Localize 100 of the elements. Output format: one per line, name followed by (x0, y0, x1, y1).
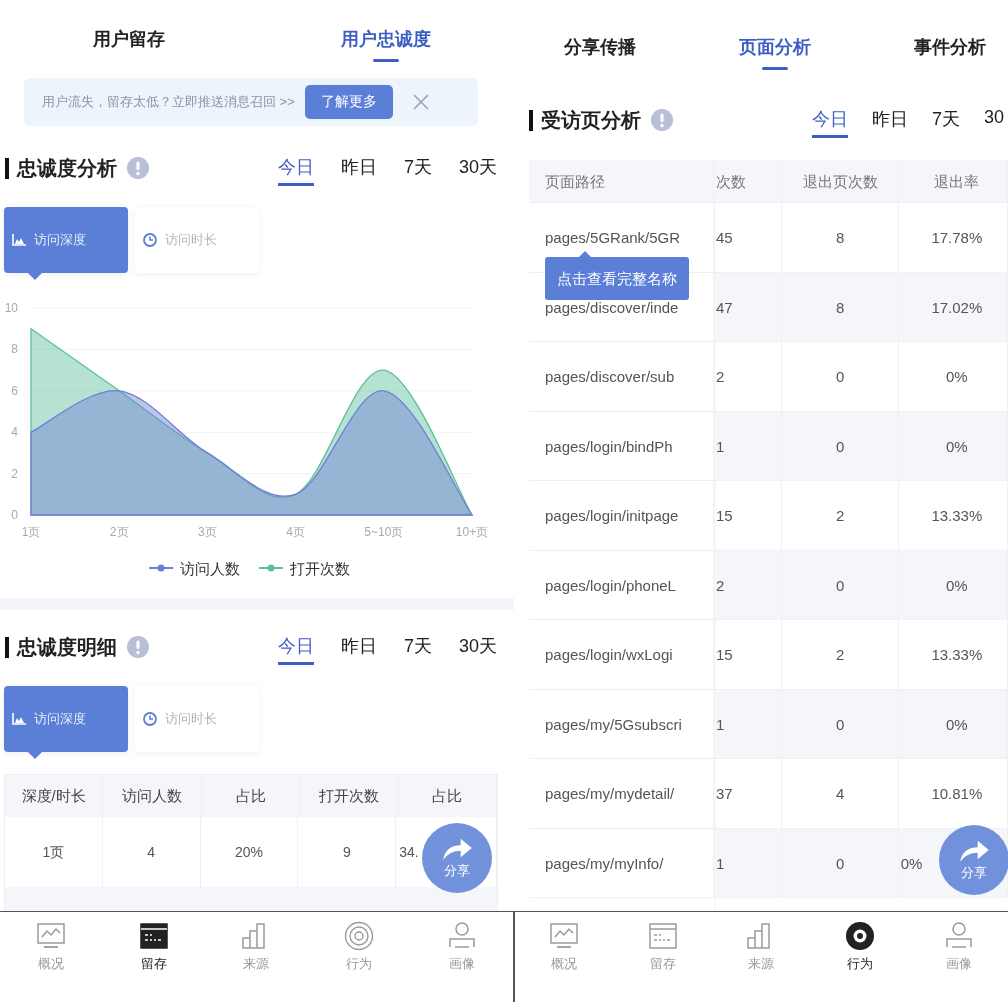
tab[interactable]: 用户留存 (0, 0, 257, 74)
table-cell: 0% (898, 689, 1008, 759)
section-title: 忠诚度分析 (17, 155, 117, 181)
table-cell: 0 (782, 342, 899, 412)
table-cell: 2 (713, 342, 783, 412)
table-cell: 47 (713, 272, 783, 342)
column-header: 深度/时长 (5, 775, 104, 817)
table-cell: 17.78% (898, 203, 1008, 273)
tooltip: 点击查看完整名称 (545, 257, 689, 300)
y-tick-label: 10 (4, 301, 18, 315)
target-icon (344, 921, 375, 951)
period-tab[interactable]: 30天 (458, 155, 497, 181)
clock-icon (143, 233, 157, 247)
period-tab[interactable]: 7天 (931, 107, 960, 133)
table-cell: 0% (898, 342, 1008, 412)
table-cell: 0% (898, 550, 1008, 620)
info-icon[interactable] (651, 109, 673, 131)
legend-icon (258, 564, 284, 572)
table-cell: 0 (782, 411, 899, 481)
table-cell: 45 (713, 203, 783, 273)
page-path-cell[interactable]: pages/login/bindPh (529, 411, 714, 481)
info-icon[interactable] (127, 157, 149, 179)
table-cell: 0 (782, 689, 899, 759)
info-icon[interactable] (127, 636, 149, 658)
page-path-cell[interactable]: pages/discover/sub (529, 342, 714, 412)
page-path-cell[interactable]: pages/my/5Gsubscri (529, 689, 714, 759)
y-tick-label: 2 (11, 466, 18, 481)
table-cell: 2 (782, 620, 899, 690)
panel-icon (138, 921, 169, 951)
legend-icon (148, 564, 174, 572)
area-chart-icon (12, 234, 26, 246)
page-path-cell[interactable]: pages/my/myInfo/ (529, 828, 714, 898)
column-header: 退出率 (898, 160, 1008, 203)
column-header: 退出页次数 (782, 160, 899, 203)
period-tab[interactable]: 7天 (403, 155, 432, 181)
line-chart-icon (36, 921, 67, 951)
table-cell: 4 (782, 759, 899, 829)
learn-more-button[interactable]: 了解更多 (304, 85, 393, 119)
table-cell: 1 (713, 689, 783, 759)
period-tab[interactable]: 今日 (811, 107, 848, 138)
table-cell: 1 (713, 828, 783, 898)
line-chart-icon (549, 921, 580, 951)
x-tick-label: 2页 (109, 525, 129, 539)
column-header: 页面路径 (529, 160, 714, 203)
x-tick-label: 10+页 (455, 525, 489, 539)
table-cell: 2 (782, 481, 899, 551)
table-cell: 2 (713, 550, 783, 620)
period-tab[interactable]: 昨日 (340, 634, 377, 660)
table-cell: 0 (782, 550, 899, 620)
table-cell: 8 (782, 203, 899, 273)
table-cell: 13.33% (898, 481, 1008, 551)
area-chart-icon (12, 713, 26, 725)
y-tick-label: 0 (11, 508, 18, 522)
period-tab[interactable]: 7天 (403, 634, 432, 660)
column-header: 占比 (201, 775, 301, 817)
table-cell: 15 (713, 620, 783, 690)
table-cell: 15 (713, 481, 783, 551)
period-tab[interactable]: 昨日 (340, 155, 377, 181)
y-tick-label: 8 (11, 342, 18, 357)
period-tab[interactable]: 30天 (458, 634, 497, 660)
person-icon (446, 921, 477, 951)
period-tab[interactable]: 今日 (277, 634, 314, 665)
table-cell: 8 (782, 272, 899, 342)
tab[interactable]: 事件分析 (862, 0, 1008, 82)
column-header: 打开次数 (300, 775, 399, 817)
table-cell: 1 (713, 411, 783, 481)
legend-label: 访问人数 (180, 560, 240, 577)
close-icon[interactable] (412, 94, 429, 110)
page-path-cell[interactable]: pages/my/mydetail/ (529, 759, 714, 829)
period-tab[interactable]: 昨日 (871, 107, 908, 133)
page-path-cell[interactable]: pages/login/phoneL (529, 550, 714, 620)
tab[interactable]: 用户忠诚度 (257, 0, 514, 74)
y-tick-label: 6 (11, 383, 18, 398)
x-tick-label: 5~10页 (364, 525, 404, 539)
period-tab[interactable]: 今日 (277, 155, 314, 186)
table-cell: 0 (782, 828, 899, 898)
table-cell: 13.33% (898, 620, 1008, 690)
x-tick-label: 3页 (198, 525, 217, 539)
tab[interactable]: 页面分析 (687, 0, 862, 82)
column-header: 访问人数 (103, 775, 202, 817)
period-tab[interactable]: 30 (983, 107, 1004, 133)
clock-icon (143, 712, 157, 726)
banner-text: 用户流失，留存太低？立即推送消息召回 >> (42, 93, 295, 111)
column-header: 占比 (398, 775, 498, 817)
target-icon (845, 921, 876, 951)
person-icon (943, 921, 974, 951)
tab[interactable]: 分享传播 (514, 0, 687, 82)
page-path-cell[interactable]: pages/login/wxLogi (529, 620, 714, 690)
nav-item[interactable]: 留存 (102, 912, 206, 1002)
page-path-cell[interactable]: pages/login/initpage (529, 481, 714, 551)
legend-label: 打开次数 (290, 560, 350, 577)
section-title: 忠诚度明细 (17, 634, 117, 660)
section-title: 受访页分析 (541, 107, 641, 133)
panel-icon (647, 921, 678, 951)
column-header: 次数 (713, 160, 783, 203)
nav-item[interactable]: 行为 (810, 912, 910, 1002)
y-tick-label: 4 (11, 425, 18, 440)
table-cell: 17.02% (898, 272, 1008, 342)
x-tick-label: 4页 (286, 525, 305, 539)
table-cell: 37 (713, 759, 783, 829)
